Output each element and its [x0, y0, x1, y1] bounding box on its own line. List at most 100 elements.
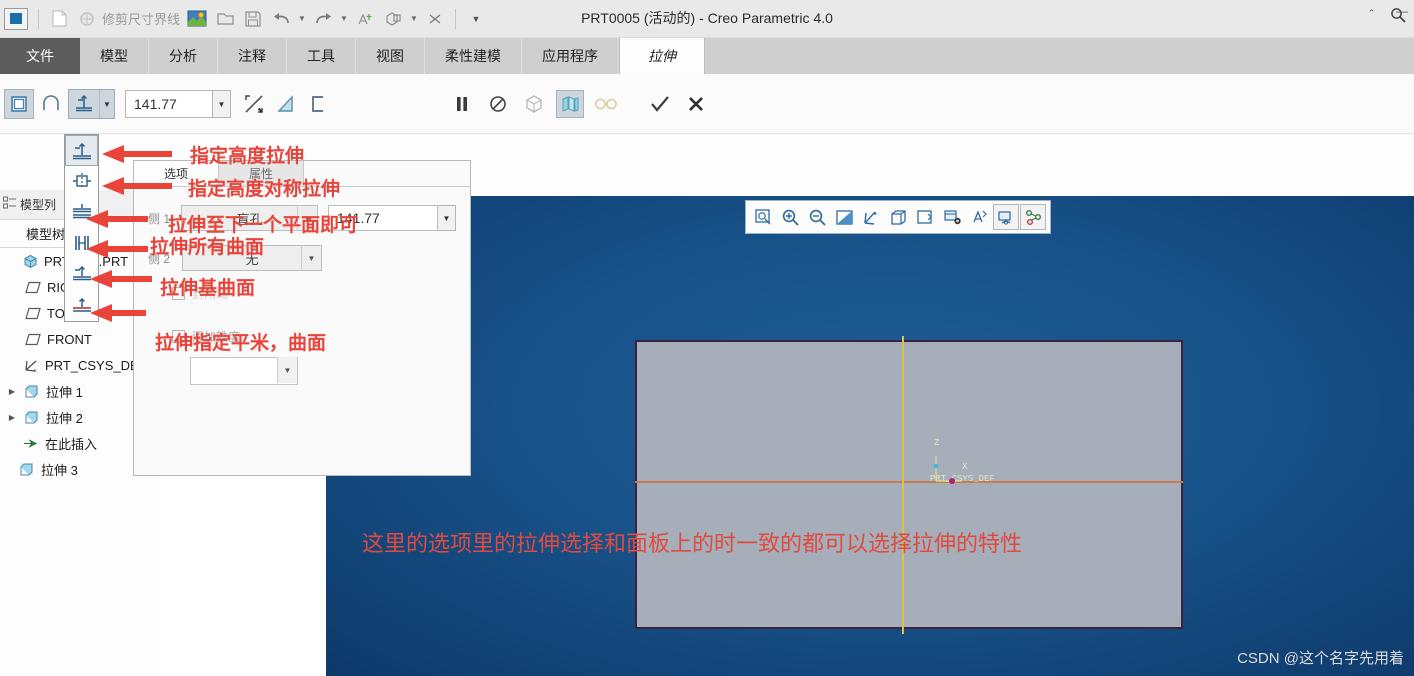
display-style-icon[interactable] — [885, 204, 911, 230]
tab-annotate[interactable]: 注释 — [218, 38, 287, 74]
app-icon[interactable] — [4, 7, 28, 30]
tab-model-list[interactable]: 模型列 — [3, 196, 56, 213]
tree-item-label: 拉伸 2 — [46, 410, 83, 426]
search-icon[interactable] — [1390, 7, 1406, 26]
close-window-icon[interactable] — [422, 6, 448, 32]
taper-value-input[interactable]: ▼ — [190, 357, 298, 385]
datum-display-icon[interactable] — [858, 204, 884, 230]
capped-ends-label: 封闭端 — [192, 287, 229, 301]
capped-ends-checkbox[interactable] — [172, 287, 185, 300]
tab-analysis[interactable]: 分析 — [149, 38, 218, 74]
side2-row: 侧 2 无 ▼ — [148, 245, 456, 271]
tab-applications[interactable]: 应用程序 — [522, 38, 619, 74]
depth-value-dropdown-arrow[interactable]: ▼ — [213, 90, 231, 118]
tab-flexible-modeling[interactable]: 柔性建模 — [425, 38, 522, 74]
tree-item-label: FRONT — [47, 331, 92, 347]
repaint-icon[interactable] — [352, 6, 378, 32]
undo-icon[interactable] — [268, 6, 294, 32]
blind-depth-item[interactable] — [65, 135, 98, 166]
divider-2 — [455, 8, 457, 29]
surface-extrude-icon[interactable] — [36, 89, 66, 119]
side1-depth-dropdown-arrow[interactable]: ▼ — [438, 205, 456, 231]
save-icon[interactable] — [240, 6, 266, 32]
redo-dropdown-icon[interactable]: ▼ — [338, 6, 350, 32]
tree-expander[interactable]: ▶ — [6, 413, 18, 422]
tab-options[interactable]: 选项 — [134, 161, 219, 186]
add-taper-row[interactable]: 添加锥度 — [172, 328, 456, 345]
appearance-icon[interactable] — [1020, 204, 1046, 230]
zoom-out-icon[interactable] — [804, 204, 830, 230]
blind-depth-icon[interactable] — [69, 90, 99, 118]
graphics-viewport[interactable]: Z X PRT_CSYS_DEF 这里的选项里的拉伸选择和面板上的时一致的都可以… — [326, 196, 1414, 676]
model-list-icon — [3, 196, 17, 213]
tree-item-label: 拉伸 1 — [46, 384, 83, 400]
depth-value-input[interactable]: 141.77 — [125, 90, 213, 118]
tab-extrude[interactable]: 拉伸 — [619, 38, 705, 74]
chevron-down-icon[interactable]: ▼ — [297, 205, 317, 231]
glasses-preview-button[interactable] — [592, 90, 620, 118]
tab-model[interactable]: 模型 — [80, 38, 149, 74]
annotation-display-icon[interactable] — [966, 204, 992, 230]
side1-depth-type-value: 盲孔 — [236, 211, 263, 227]
repaint-icon[interactable] — [831, 204, 857, 230]
thicken-sketch-icon[interactable] — [303, 89, 333, 119]
pause-button[interactable] — [448, 90, 476, 118]
layers-icon[interactable] — [993, 204, 1019, 230]
chevron-down-icon[interactable]: ▼ — [277, 357, 297, 383]
preview-geometry-button[interactable] — [520, 90, 548, 118]
new-file-icon[interactable] — [46, 6, 72, 32]
depth-type-split-button[interactable]: ▼ — [68, 89, 115, 119]
symmetric-depth-item[interactable] — [65, 166, 98, 197]
to-next-surface-item[interactable] — [65, 197, 98, 228]
extrude-dashboard: ▼ 141.77 ▼ — [0, 74, 1414, 134]
depth-type-dropdown-arrow[interactable]: ▼ — [99, 90, 114, 118]
depth-type-dropdown-menu — [64, 134, 99, 322]
divider — [38, 8, 39, 29]
capped-ends-row[interactable]: 封闭端 — [172, 285, 456, 302]
ribbon-right-controls: ＾ — [1365, 7, 1406, 26]
trim-dim-icon — [74, 6, 100, 32]
extrude-feature-icon — [23, 384, 41, 399]
add-taper-icon[interactable] — [271, 89, 301, 119]
redo-icon[interactable] — [310, 6, 336, 32]
tab-tools[interactable]: 工具 — [287, 38, 356, 74]
shade-icon[interactable] — [380, 6, 406, 32]
to-selected-item[interactable] — [65, 290, 98, 321]
through-until-item[interactable] — [65, 259, 98, 290]
add-taper-label: 添加锥度 — [192, 330, 241, 344]
solid-extrude-icon[interactable] — [4, 89, 34, 119]
side2-depth-type-select[interactable]: 无 ▼ — [182, 245, 322, 271]
preview-feature-button[interactable] — [556, 90, 584, 118]
undo-dropdown-icon[interactable]: ▼ — [296, 6, 308, 32]
svg-text:x: x — [34, 368, 37, 373]
open-folder-icon[interactable] — [212, 6, 238, 32]
shade-dropdown-icon[interactable]: ▼ — [408, 6, 420, 32]
no-preview-button[interactable] — [484, 90, 512, 118]
dashboard-left-group: ▼ 141.77 ▼ — [4, 82, 333, 126]
flip-direction-icon[interactable] — [239, 89, 269, 119]
view-manager-icon[interactable] — [939, 204, 965, 230]
regenerate-icon[interactable] — [184, 6, 210, 32]
add-taper-checkbox[interactable] — [172, 330, 185, 343]
tree-expander[interactable]: ▶ — [6, 387, 18, 396]
options-panel-body: 侧 1 盲孔 ▼ 141.77 ▼ 侧 2 无 ▼ 封闭端 添加锥度 ▼ — [134, 187, 470, 475]
dashboard-control-group — [448, 82, 710, 126]
quick-access-toolbar: 修剪尺寸界线 ▼ ▼ ▼ ▼ — [0, 0, 1414, 38]
chevron-down-icon[interactable]: ▼ — [301, 245, 321, 271]
tab-view[interactable]: 视图 — [356, 38, 425, 74]
tab-file[interactable]: 文件 — [0, 38, 80, 74]
saved-views-icon[interactable] — [912, 204, 938, 230]
datum-plane-icon — [24, 333, 42, 346]
coordinate-system[interactable]: Z X PRT_CSYS_DEF — [896, 436, 1036, 496]
through-all-item[interactable] — [65, 228, 98, 259]
extrude-feature-icon — [18, 462, 36, 477]
cancel-button[interactable] — [682, 90, 710, 118]
collapse-ribbon-icon[interactable]: ＾ — [1365, 7, 1378, 26]
tab-properties[interactable]: 属性 — [219, 161, 304, 186]
zoom-in-icon[interactable] — [777, 204, 803, 230]
zoom-fit-icon[interactable] — [750, 204, 776, 230]
accept-button[interactable] — [646, 90, 674, 118]
customize-qat-icon[interactable]: ▼ — [463, 6, 489, 32]
side1-depth-input[interactable]: 141.77 — [328, 205, 438, 231]
side1-depth-type-select[interactable]: 盲孔 ▼ — [181, 205, 318, 231]
